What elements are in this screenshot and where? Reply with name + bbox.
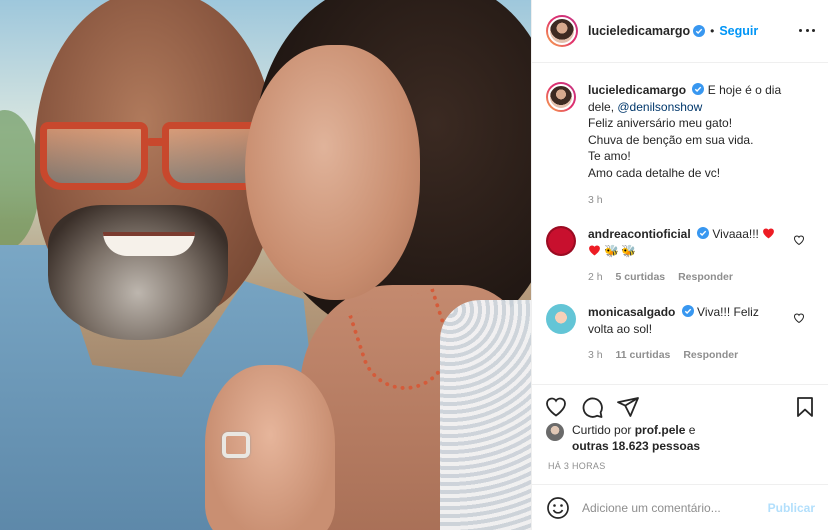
commenter-avatar[interactable]: [546, 226, 576, 256]
comment-username[interactable]: andreacontioficial: [588, 227, 691, 241]
comments-list: lucieledicamargo E hoje é o dia dele, @d…: [532, 64, 828, 384]
share-icon[interactable]: [616, 395, 640, 419]
action-bar: [532, 384, 828, 424]
follow-button[interactable]: Seguir: [719, 24, 758, 38]
comment-item: andreacontioficial Vivaaa!!! 🐝🐝: [546, 226, 821, 259]
post-side-panel: lucieledicamargo • Seguir lucieledicamar…: [531, 0, 828, 530]
caption-line: E hoje é o dia: [707, 83, 782, 97]
likes-others[interactable]: outras 18.623 pessoas: [572, 439, 700, 453]
comment-body-line: volta ao sol!: [588, 321, 653, 336]
caption-line: Feliz aniversário meu gato!: [588, 116, 733, 130]
likes-text: Curtido por prof.pele e outras 18.623 pe…: [572, 422, 700, 454]
caption-mention[interactable]: @denilsonshow: [617, 100, 702, 114]
instagram-post-modal: lucieledicamargo • Seguir lucieledicamar…: [0, 0, 828, 530]
verified-icon: [692, 83, 705, 95]
comment-time[interactable]: 3 h: [588, 349, 603, 361]
caption-username[interactable]: lucieledicamargo: [588, 83, 686, 97]
verified-icon: [697, 227, 710, 239]
red-heart-emoji: [763, 228, 775, 239]
add-comment-bar: Publicar: [532, 484, 828, 530]
caption-line: Amo cada detalhe de vc!: [588, 165, 721, 180]
emoji-icon[interactable]: [546, 496, 570, 520]
caption-line: Te amo!: [588, 149, 631, 163]
verified-icon: [693, 25, 706, 37]
bookmark-icon[interactable]: [793, 395, 817, 419]
comment-text: andreacontioficial Vivaaa!!! 🐝🐝: [588, 226, 788, 259]
red-heart-emoji: [589, 244, 600, 255]
caption-line: Chuva de benção em sua vida.: [588, 132, 754, 147]
author-avatar[interactable]: [546, 82, 576, 112]
comment-icon[interactable]: [580, 395, 604, 419]
liker-username[interactable]: prof.pele: [635, 423, 686, 437]
photo-glasses-left: [40, 122, 148, 190]
publish-button[interactable]: Publicar: [768, 501, 815, 515]
comment-like-icon[interactable]: [793, 234, 805, 246]
photo-smile: [103, 232, 195, 256]
post-photo[interactable]: [0, 0, 531, 530]
reply-button[interactable]: Responder: [683, 349, 738, 361]
likes-mid: e: [688, 423, 696, 437]
comment-meta: 3 h 11 curtidas Responder: [588, 349, 738, 361]
reply-button[interactable]: Responder: [678, 271, 733, 283]
comment-likes[interactable]: 11 curtidas: [616, 349, 671, 361]
comment-likes[interactable]: 5 curtidas: [616, 271, 666, 283]
photo-glasses-bridge: [146, 138, 168, 146]
comment-time[interactable]: 2 h: [588, 271, 603, 283]
caption-time[interactable]: 3 h: [588, 194, 603, 206]
comment-input[interactable]: [582, 500, 752, 515]
more-icon[interactable]: [799, 22, 815, 38]
comment-username[interactable]: monicasalgado: [588, 305, 675, 319]
author-username[interactable]: lucieledicamargo: [588, 24, 690, 38]
caption-text: lucieledicamargo E hoje é o dia dele, @d…: [588, 82, 788, 181]
verified-icon: [681, 305, 694, 317]
likes-prefix: Curtido por: [572, 423, 632, 437]
comment-item: monicasalgado Viva!!! Feliz volta ao sol…: [546, 304, 821, 337]
photo-woman-face: [245, 45, 420, 300]
comment-body: Vivaaa!!!: [712, 227, 759, 241]
caption: lucieledicamargo E hoje é o dia dele, @d…: [546, 82, 821, 181]
post-timestamp[interactable]: HÁ 3 HORAS: [548, 461, 606, 471]
liker-avatar[interactable]: [546, 423, 564, 441]
comment-meta: 2 h 5 curtidas Responder: [588, 271, 733, 283]
comment-like-icon[interactable]: [793, 312, 805, 324]
author-avatar[interactable]: [546, 15, 578, 47]
separator-dot: •: [710, 24, 715, 38]
photo-beard: [48, 205, 228, 340]
photo-ring: [222, 432, 250, 458]
comment-emojis: 🐝🐝: [604, 243, 639, 258]
comment-text: monicasalgado Viva!!! Feliz volta ao sol…: [588, 304, 788, 337]
likes-summary: Curtido por prof.pele e outras 18.623 pe…: [546, 422, 700, 454]
photo-lace-top: [440, 300, 531, 530]
comment-body: Viva!!! Feliz: [697, 305, 759, 319]
caption-line: dele,: [588, 99, 615, 114]
heart-icon[interactable]: [544, 395, 568, 419]
commenter-avatar[interactable]: [546, 304, 576, 334]
post-header: lucieledicamargo • Seguir: [532, 0, 828, 63]
